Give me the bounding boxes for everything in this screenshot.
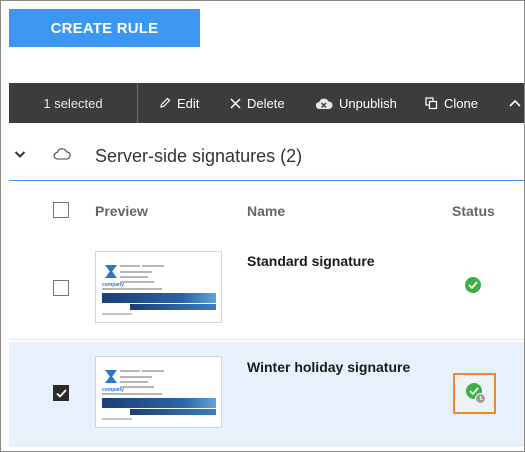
- column-header-name[interactable]: Name: [247, 203, 285, 219]
- signature-banner-strip: [130, 304, 216, 310]
- rules-panel: CREATE RULE 1 selected Edit Delete Unpub…: [0, 0, 525, 452]
- signature-banner: [102, 398, 216, 408]
- table-row[interactable]: company Standard signature: [9, 238, 524, 340]
- group-header-server-side[interactable]: Server-side signatures (2): [9, 133, 524, 181]
- create-rule-button[interactable]: CREATE RULE: [9, 9, 200, 47]
- clone-label: Clone: [444, 95, 478, 111]
- edit-label: Edit: [177, 95, 200, 111]
- row-checkbox[interactable]: [53, 280, 69, 296]
- column-header-preview[interactable]: Preview: [95, 203, 148, 219]
- select-all-checkbox[interactable]: [53, 202, 69, 218]
- signature-name[interactable]: Standard signature: [247, 253, 375, 269]
- signature-preview[interactable]: company: [95, 356, 222, 428]
- edit-button[interactable]: Edit: [159, 83, 199, 123]
- delete-label: Delete: [247, 95, 285, 111]
- toolbar-divider: [137, 83, 138, 123]
- checkmark-icon: [55, 388, 67, 398]
- table-row-selected[interactable]: company Winter holiday signature: [9, 342, 524, 446]
- pencil-icon: [160, 97, 171, 108]
- checkmark-icon: [468, 281, 478, 289]
- company-logo: [105, 370, 117, 383]
- signature-banner-strip: [130, 409, 216, 415]
- group-title: Server-side signatures (2): [95, 146, 303, 166]
- close-icon: [230, 97, 241, 109]
- signature-banner: [102, 293, 216, 303]
- row-checkbox-checked[interactable]: [53, 385, 69, 401]
- delete-button[interactable]: Delete: [230, 83, 285, 123]
- clock-icon: [475, 393, 486, 404]
- clone-button[interactable]: Clone: [425, 83, 478, 123]
- company-logo: [105, 265, 117, 278]
- signature-preview[interactable]: company: [95, 251, 222, 323]
- clone-icon: [425, 96, 438, 109]
- cloud-off-icon: [315, 98, 333, 109]
- more-button[interactable]: [509, 83, 524, 123]
- status-published-icon: [465, 277, 481, 293]
- status-highlight: [453, 373, 496, 414]
- unpublish-label: Unpublish: [339, 95, 397, 111]
- selected-count: 1 selected: [43, 95, 103, 111]
- column-header-status[interactable]: Status: [452, 203, 495, 219]
- chevron-up-icon: [509, 99, 521, 107]
- cloud-icon: [53, 148, 71, 160]
- chevron-down-icon[interactable]: [13, 147, 27, 161]
- unpublish-button[interactable]: Unpublish: [315, 83, 397, 123]
- signature-name[interactable]: Winter holiday signature: [247, 359, 410, 375]
- selection-toolbar: 1 selected Edit Delete Unpublish Clone: [9, 83, 524, 123]
